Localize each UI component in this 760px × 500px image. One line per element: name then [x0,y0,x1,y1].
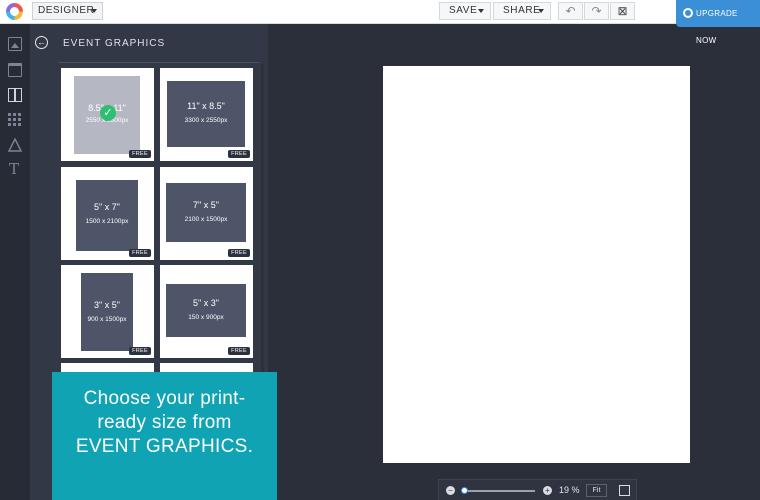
back-arrow-icon[interactable]: ← [35,36,48,49]
chevron-down-icon [478,9,484,13]
checkmark-icon: ✓ [100,105,116,121]
upgrade-now-button[interactable]: UPGRADE NOW [676,0,760,27]
fullscreen-icon[interactable] [619,485,630,496]
tip-callout-text: Choose your print-ready size from EVENT … [52,387,277,459]
shape-icon[interactable] [8,138,22,152]
close-icon: ⊠ [617,4,627,18]
redo-button[interactable]: ↷ [584,2,609,20]
zoom-out-icon[interactable]: − [446,486,455,495]
size-pixels: 3300 x 2550px [167,117,245,124]
size-pixels: 900 x 1500px [81,316,133,323]
size-card[interactable]: 11" x 8.5" 3300 x 2550px FREE [160,68,253,161]
free-badge: FREE [129,347,151,355]
undo-icon: ↶ [565,4,575,18]
zoom-controls: − + 19 % Fit [438,479,637,500]
panel-title: EVENT GRAPHICS [63,38,165,49]
close-button[interactable]: ⊠ [610,2,635,20]
zoom-slider-handle[interactable] [461,487,468,494]
chevron-down-icon [91,9,97,13]
share-button[interactable]: SHARE [493,2,551,20]
size-pixels: 150 x 900px [166,314,246,321]
size-dimensions: 5" x 7" [76,202,138,212]
size-dimensions: 5" x 3" [166,298,246,308]
size-thumbnail: 3" x 5" 900 x 1500px [81,273,133,351]
size-thumbnail: 8.5" x 11" 2550 x 3300px ✓ [74,76,140,154]
grid-icon[interactable] [8,113,22,127]
undo-button[interactable]: ↶ [558,2,583,20]
save-button-label: SAVE [449,5,477,16]
size-pixels: 2100 x 1500px [166,216,246,223]
folder-icon[interactable] [8,63,22,77]
size-card[interactable]: 3" x 5" 900 x 1500px FREE [61,265,154,358]
mode-dropdown[interactable]: DESIGNER [32,2,103,20]
size-thumbnail: 5" x 3" 150 x 900px [166,284,246,337]
size-card[interactable]: 5" x 7" 1500 x 2100px FREE [61,167,154,260]
free-badge: FREE [129,249,151,257]
zoom-slider-track[interactable] [463,490,535,492]
chevron-down-icon [538,9,544,13]
top-toolbar: DESIGNER SAVE SHARE ↶ ↷ ⊠ UPGRADE NOW [0,0,760,24]
size-card[interactable]: 5" x 3" 150 x 900px FREE [160,265,253,358]
size-thumbnail: 11" x 8.5" 3300 x 2550px [167,81,245,147]
size-dimensions: 7" x 5" [166,200,246,210]
rocket-icon [683,8,693,18]
share-button-label: SHARE [503,5,540,16]
fit-button[interactable]: Fit [586,484,607,497]
mode-dropdown-label: DESIGNER [38,5,94,16]
text-icon[interactable]: T [9,162,23,176]
tip-callout: Choose your print-ready size from EVENT … [52,372,277,500]
app-logo-icon[interactable] [6,3,23,20]
size-dimensions: 11" x 8.5" [167,101,245,111]
zoom-value: 19 % [559,485,580,495]
divider [58,62,260,63]
size-dimensions: 3" x 5" [81,300,133,310]
free-badge: FREE [228,347,250,355]
size-thumbnail: 7" x 5" 2100 x 1500px [166,183,246,242]
image-icon[interactable] [8,37,22,51]
zoom-in-icon[interactable]: + [543,486,552,495]
layout-icon[interactable] [8,88,22,102]
size-card[interactable]: 8.5" x 11" 2550 x 3300px ✓ FREE [61,68,154,161]
free-badge: FREE [228,249,250,257]
size-card[interactable]: 7" x 5" 2100 x 1500px FREE [160,167,253,260]
free-badge: FREE [129,150,151,158]
size-thumbnail: 5" x 7" 1500 x 2100px [76,180,138,251]
size-pixels: 1500 x 2100px [76,218,138,225]
save-button[interactable]: SAVE [439,2,491,20]
redo-icon: ↷ [591,4,601,18]
tool-sidebar: T [0,24,30,500]
design-canvas-page[interactable] [383,66,690,463]
upgrade-label: UPGRADE NOW [696,9,738,45]
free-badge: FREE [228,150,250,158]
